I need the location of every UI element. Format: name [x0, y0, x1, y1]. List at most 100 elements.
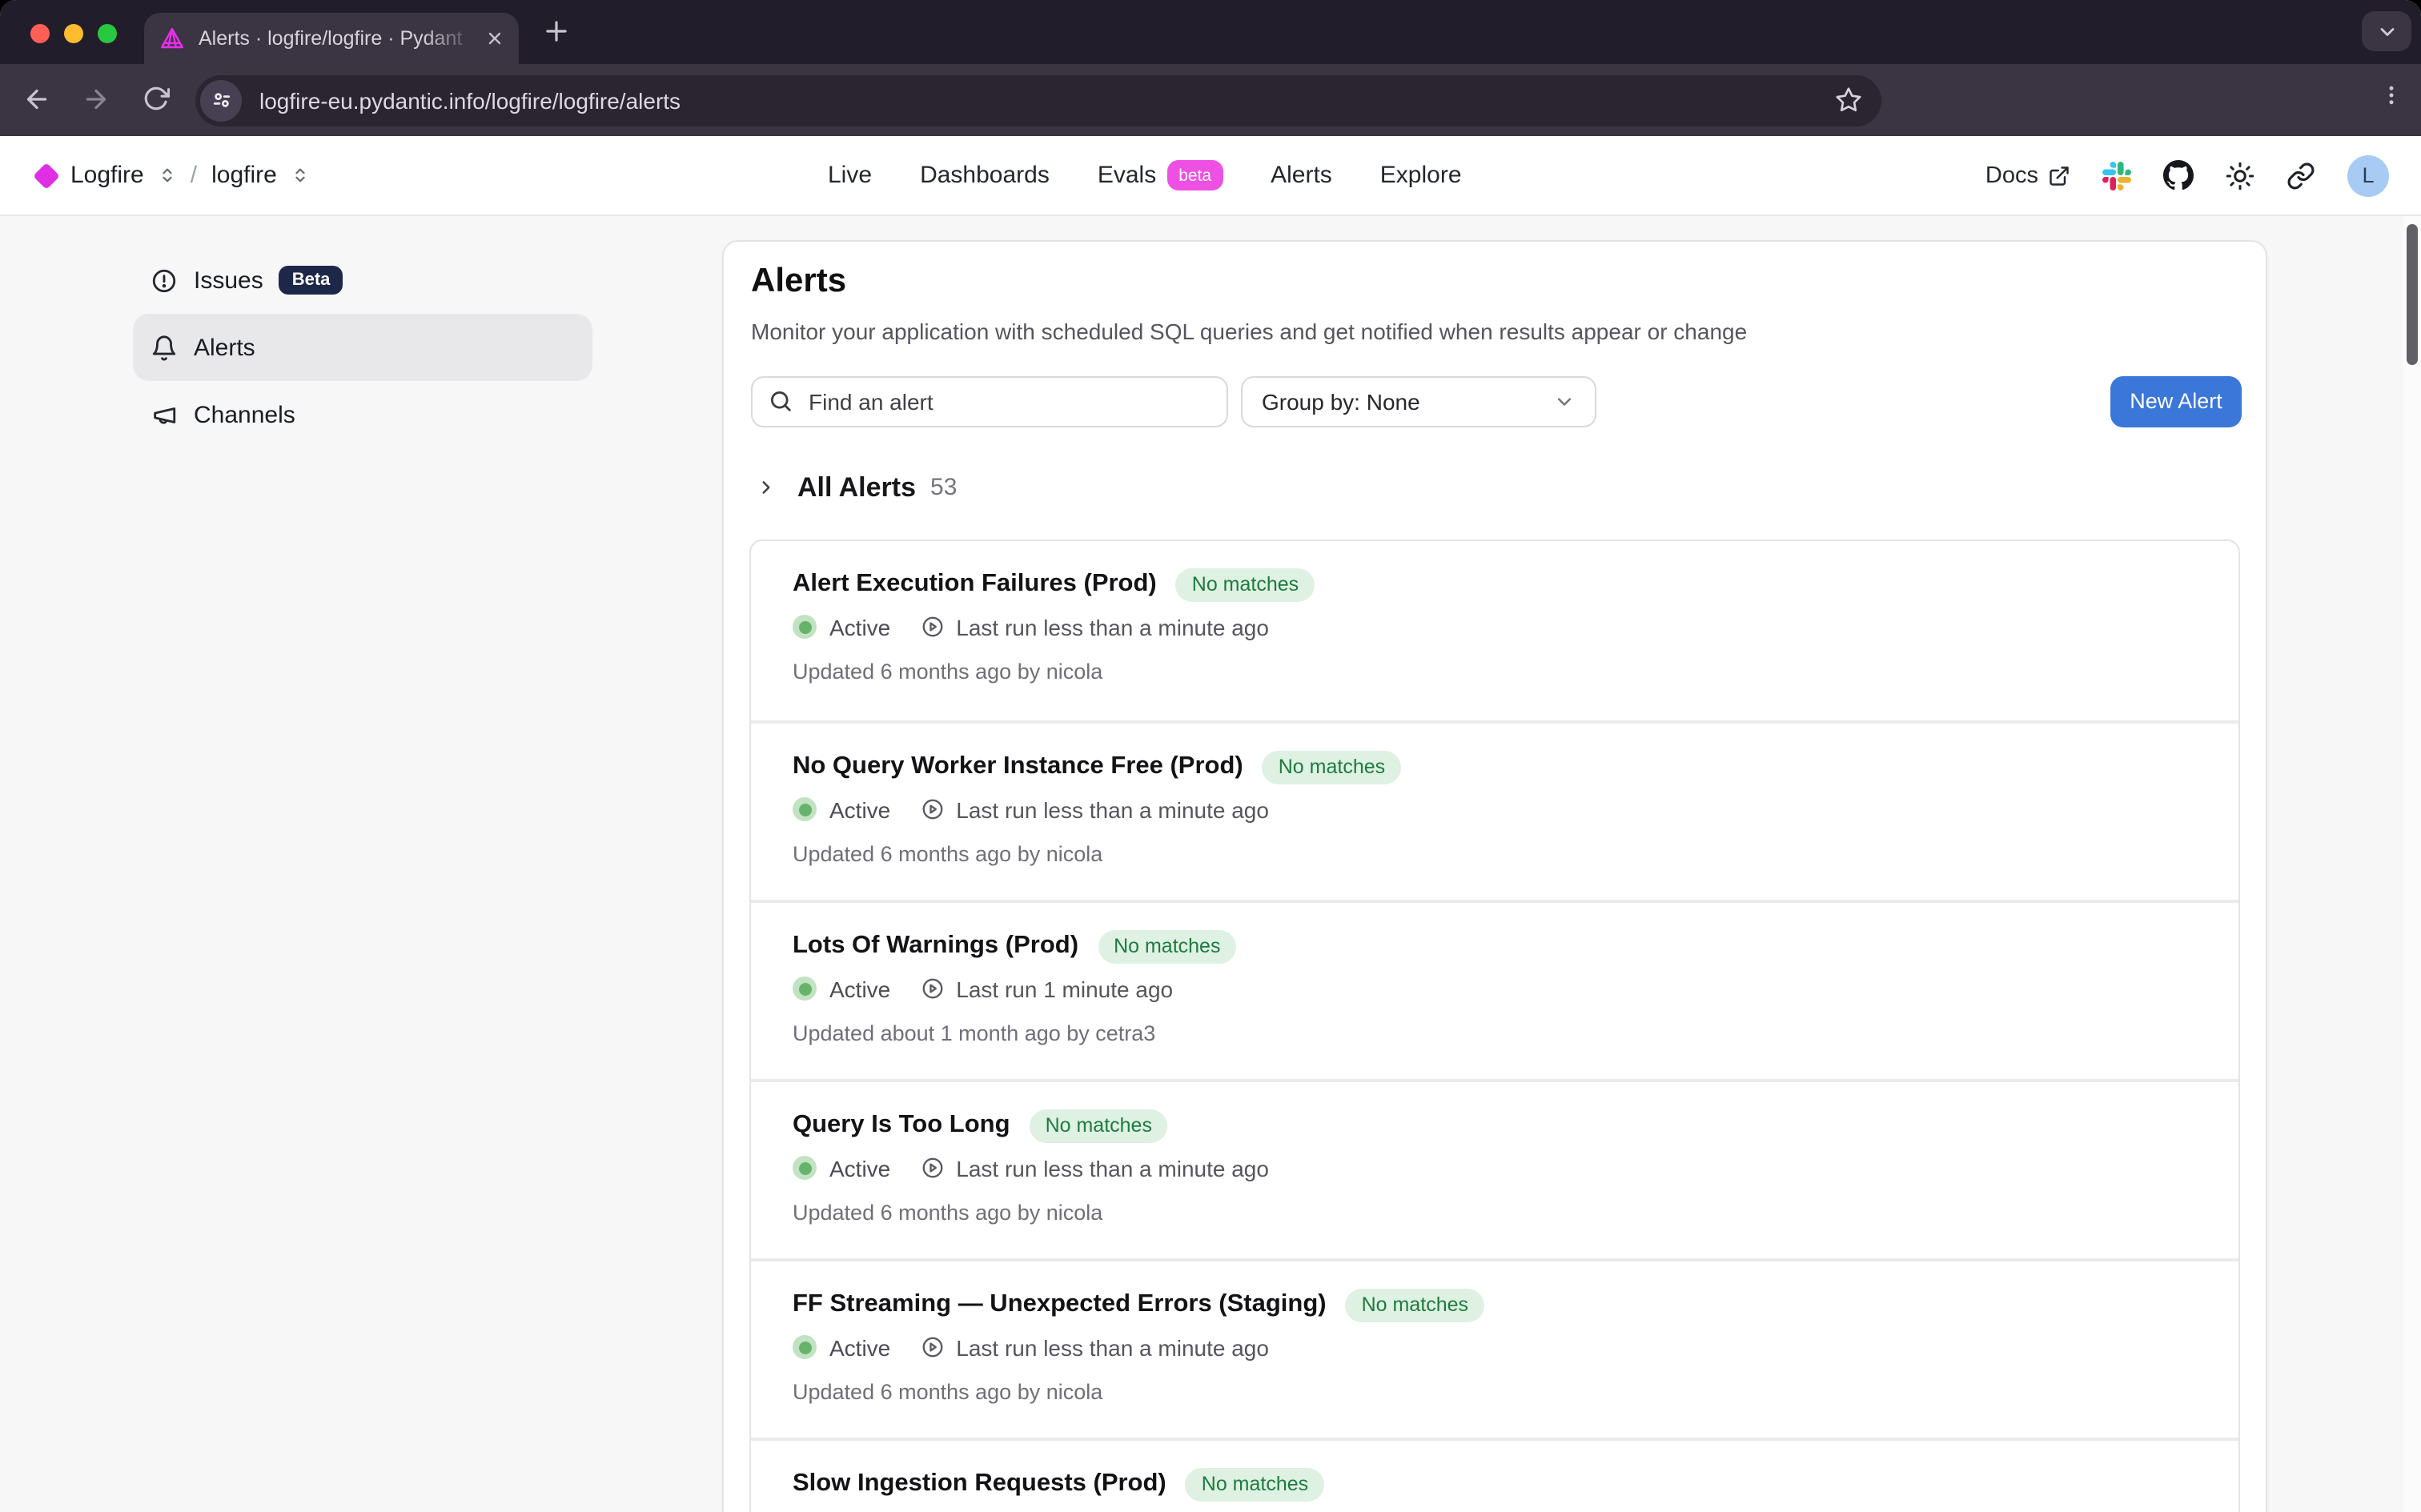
sidebar-item-label: Issues	[194, 267, 263, 294]
chevron-down-icon	[1553, 390, 1576, 412]
browser-tab[interactable]: Alerts · logfire/logfire · Pydant	[144, 13, 519, 64]
user-avatar[interactable]: L	[2347, 154, 2389, 196]
pydantic-favicon-icon	[159, 25, 186, 52]
active-status-icon	[793, 1335, 817, 1359]
browser-menu-icon[interactable]	[2379, 83, 2403, 107]
alert-state: Active	[829, 796, 890, 822]
slack-icon[interactable]	[2102, 161, 2131, 190]
alert-row[interactable]: No Query Worker Instance Free (Prod) No …	[751, 720, 2238, 899]
alert-row[interactable]: FF Streaming — Unexpected Errors (Stagin…	[751, 1257, 2238, 1437]
play-circle-icon	[921, 1335, 945, 1359]
alert-search[interactable]	[751, 375, 1228, 427]
alert-state: Active	[829, 976, 890, 1001]
nav-item-alerts[interactable]: Alerts	[1271, 162, 1332, 189]
alert-name[interactable]: Query Is Too Long	[793, 1111, 1010, 1140]
forward-button[interactable]	[82, 85, 110, 114]
tab-title: Alerts · logfire/logfire · Pydant	[199, 27, 485, 50]
updated-text: Updated 6 months ago by nicola	[793, 659, 1102, 683]
alert-circle-icon	[151, 267, 178, 294]
url-text: logfire-eu.pydantic.info/logfire/logfire…	[259, 87, 1835, 113]
alert-name[interactable]: FF Streaming — Unexpected Errors (Stagin…	[793, 1290, 1327, 1319]
browser-window: Alerts · logfire/logfire · Pydant logfir…	[0, 0, 2421, 1512]
alert-name[interactable]: Slow Ingestion Requests (Prod)	[793, 1470, 1166, 1498]
github-icon[interactable]	[2163, 160, 2194, 191]
group-title: All Alerts	[797, 471, 916, 503]
external-link-icon	[2048, 164, 2070, 186]
zoom-window-button[interactable]	[98, 24, 117, 43]
tab-search-chevron-button[interactable]	[2362, 11, 2411, 51]
nav-item-explore[interactable]: Explore	[1380, 162, 1462, 189]
sidebar: Issues Beta Alerts Channels	[133, 247, 592, 448]
alert-state: Active	[829, 614, 890, 640]
alert-row[interactable]: Query Is Too Long No matches Active Last…	[751, 1078, 2238, 1257]
navbar-actions: Docs L	[1985, 136, 2389, 215]
updated-text: Updated about 1 month ago by cetra3	[793, 1021, 1155, 1045]
match-status-badge: No matches	[1176, 568, 1315, 601]
alert-list: Alert Execution Failures (Prod) No match…	[749, 539, 2240, 1512]
app-navbar: Logfire / logfire Live Dashboards Evalsb…	[0, 136, 2421, 216]
last-run-text: Last run less than a minute ago	[956, 1334, 1269, 1360]
project-selector[interactable]: logfire	[211, 162, 277, 189]
close-window-button[interactable]	[30, 24, 50, 43]
match-status-badge: No matches	[1030, 1109, 1168, 1142]
chevron-right-icon[interactable]	[756, 477, 777, 498]
browser-toolbar: logfire-eu.pydantic.info/logfire/logfire…	[0, 64, 2421, 136]
updated-text: Updated 6 months ago by nicola	[793, 841, 1102, 865]
active-status-icon	[793, 615, 817, 639]
alert-row[interactable]: Lots Of Warnings (Prod) No matches Activ…	[751, 899, 2238, 1078]
page-scrollbar[interactable]	[2403, 216, 2421, 1512]
tab-close-icon[interactable]	[485, 29, 504, 48]
site-settings-icon[interactable]	[200, 79, 242, 121]
alert-group-header[interactable]: All Alerts 53	[756, 471, 957, 503]
back-button[interactable]	[22, 85, 51, 114]
nav-item-evals[interactable]: Evalsbeta	[1098, 160, 1223, 191]
last-run-text: Last run less than a minute ago	[956, 1155, 1269, 1181]
alert-row[interactable]: Slow Ingestion Requests (Prod) No matche…	[751, 1437, 2238, 1512]
new-tab-button[interactable]	[541, 16, 572, 46]
sidebar-item-issues[interactable]: Issues Beta	[133, 247, 592, 314]
alert-row[interactable]: Alert Execution Failures (Prod) No match…	[751, 540, 2238, 720]
match-status-badge: No matches	[1186, 1467, 1324, 1501]
org-selector[interactable]: Logfire	[70, 162, 144, 189]
issues-beta-badge: Beta	[279, 266, 343, 295]
match-status-badge: No matches	[1098, 929, 1236, 963]
theme-sun-icon[interactable]	[2226, 161, 2254, 190]
play-circle-icon	[921, 615, 945, 639]
beta-badge: beta	[1167, 160, 1223, 191]
active-status-icon	[793, 1156, 817, 1180]
updated-text: Updated 6 months ago by nicola	[793, 1379, 1102, 1403]
last-run-text: Last run less than a minute ago	[956, 796, 1269, 822]
group-count: 53	[930, 474, 957, 501]
breadcrumb: Logfire / logfire	[37, 136, 309, 215]
alert-name[interactable]: No Query Worker Instance Free (Prod)	[793, 752, 1243, 781]
alert-name[interactable]: Alert Execution Failures (Prod)	[793, 570, 1157, 599]
group-by-select[interactable]: Group by: None	[1241, 375, 1596, 427]
nav-item-dashboards[interactable]: Dashboards	[920, 162, 1050, 189]
chevrons-up-down-icon[interactable]	[159, 166, 176, 184]
last-run-text: Last run less than a minute ago	[956, 614, 1269, 640]
play-circle-icon	[921, 797, 945, 821]
megaphone-icon	[151, 401, 178, 428]
nav-item-live[interactable]: Live	[828, 162, 872, 189]
play-circle-icon	[921, 977, 945, 1001]
share-link-icon[interactable]	[2286, 161, 2315, 190]
sidebar-item-label: Alerts	[194, 334, 255, 361]
scrollbar-thumb[interactable]	[2407, 224, 2418, 365]
new-alert-button[interactable]: New Alert	[2110, 375, 2242, 427]
docs-link[interactable]: Docs	[1985, 162, 2070, 188]
alerts-page: Issues Beta Alerts Channels Alerts Monit…	[0, 216, 2421, 1512]
reload-button[interactable]	[143, 85, 170, 112]
alert-name[interactable]: Lots Of Warnings (Prod)	[793, 932, 1078, 961]
alert-state: Active	[829, 1155, 890, 1181]
bookmark-star-icon[interactable]	[1835, 86, 1862, 114]
window-controls	[30, 24, 117, 43]
breadcrumb-separator: /	[191, 162, 197, 189]
chevrons-up-down-icon[interactable]	[291, 166, 309, 184]
url-bar[interactable]: logfire-eu.pydantic.info/logfire/logfire…	[195, 74, 1881, 126]
sidebar-item-alerts[interactable]: Alerts	[133, 314, 592, 381]
nav-links: Live Dashboards Evalsbeta Alerts Explore	[828, 136, 1462, 215]
sidebar-item-channels[interactable]: Channels	[133, 381, 592, 448]
search-input[interactable]	[805, 387, 1210, 415]
minimize-window-button[interactable]	[64, 24, 83, 43]
updated-text: Updated 6 months ago by nicola	[793, 1200, 1102, 1224]
